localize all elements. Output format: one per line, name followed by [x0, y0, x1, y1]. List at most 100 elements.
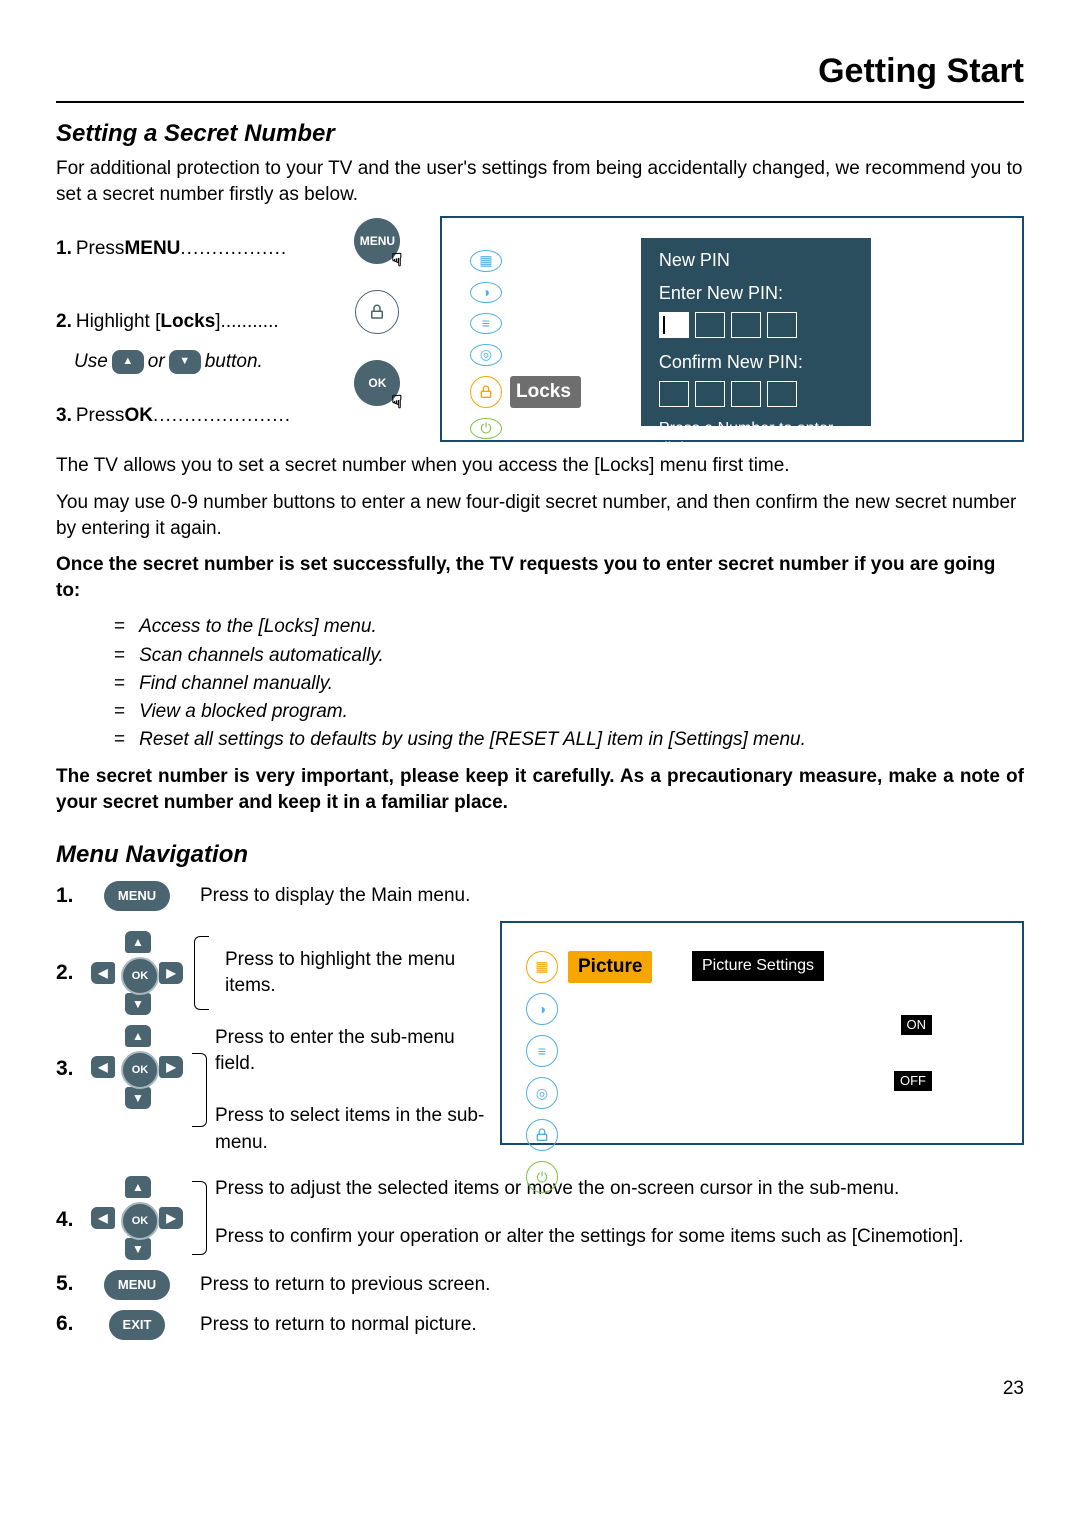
dpad-ok-icon-2: OK — [121, 1051, 159, 1089]
use-word: Use — [74, 349, 108, 375]
nav-5-desc: Press to return to previous screen. — [200, 1272, 1024, 1298]
step-1: 1. Press MENU ................. — [56, 236, 343, 262]
up-button-icon: ▲ — [112, 350, 144, 374]
dpad-left-icon: ◀ — [91, 962, 115, 984]
nav-3-num: 3. — [56, 1055, 82, 1084]
intro-paragraph: For additional protection to your TV and… — [56, 156, 1024, 208]
sound-icon: ◑ — [470, 282, 502, 303]
dpad-right-icon-3: ▶ — [159, 1207, 183, 1229]
nav-1-remote: MENU — [82, 881, 192, 911]
cpin-digit-2 — [695, 381, 725, 407]
section-heading-secret: Setting a Secret Number — [56, 117, 1024, 150]
on-badge: ON — [901, 1015, 933, 1035]
dpad-right-icon: ▶ — [159, 962, 183, 984]
paragraph-important: The secret number is very important, ple… — [56, 764, 1024, 816]
paragraph-enter-confirm: You may use 0-9 number buttons to enter … — [56, 490, 1024, 542]
nav-5-num: 5. — [56, 1270, 82, 1299]
down-button-icon: ▼ — [169, 350, 201, 374]
section-heading-nav: Menu Navigation — [56, 838, 1024, 871]
osd-picture-box: ▦ Picture ◑ ≡ ◎ ⏻ Picture Settings ON OF… — [500, 921, 1024, 1145]
step-1-menu-word: MENU — [124, 236, 180, 262]
step-2-text-c: ]........... — [215, 309, 278, 335]
nav-4-desc-b: Press to confirm your operation or alter… — [215, 1224, 1024, 1250]
picture-menu-icon: ▦ — [526, 951, 558, 983]
lock-circle-icon — [355, 290, 399, 334]
step-2-text-a: Highlight [ — [76, 309, 161, 335]
nav-3-remote: ▲ ▼ ◀ ▶ OK — [82, 1025, 192, 1109]
dpad-icon-3: ▲ ▼ ◀ ▶ OK — [85, 1176, 189, 1260]
brace-icon — [194, 936, 209, 1010]
menu-button-icon-2: MENU — [104, 1270, 170, 1300]
confirm-pin-label: Confirm New PIN: — [659, 350, 853, 375]
settings-menu-icon: ◎ — [526, 1077, 558, 1109]
pin-hint: Press a Number to enter digit — [659, 419, 853, 459]
dpad-ok-icon: OK — [121, 957, 159, 995]
menu-remote-label: MENU — [360, 233, 395, 250]
enter-pin-boxes — [659, 312, 853, 338]
nav-4-remote: ▲ ▼ ◀ ▶ OK — [82, 1176, 192, 1260]
secret-actions-list: Access to the [Locks] menu. Scan channel… — [56, 614, 1024, 753]
steps-layout: 1. Press MENU ................. 2. Highl… — [56, 216, 1024, 443]
settings-icon: ◎ — [470, 344, 502, 365]
nav-4-num: 4. — [56, 1206, 82, 1235]
locks-menu-item: Locks — [510, 376, 581, 408]
nav-steps-234-wrap: 2. ▲ ▼ ◀ ▶ OK Press to highlight the men… — [56, 921, 1024, 1166]
new-pin-panel: New PIN Enter New PIN: Confirm New PIN: … — [641, 238, 871, 426]
step-3-ok-word: OK — [124, 403, 153, 429]
nav-3-desc-col: Press to enter the sub-menu field. Press… — [215, 1025, 500, 1156]
step-2-use-line: Use ▲ or ▼ button. — [74, 349, 343, 375]
dpad-icon: ▲ ▼ ◀ ▶ OK — [85, 931, 189, 1015]
remote-buttons-column: MENU ☟ OK ☟ — [343, 216, 412, 406]
channel-menu-icon: ≡ — [526, 1035, 558, 1067]
nav-5-remote: MENU — [82, 1270, 192, 1300]
list-item-reset: Reset all settings to defaults by using … — [114, 727, 1024, 753]
nav-3-desc-b: Press to select items in the sub-menu. — [215, 1103, 500, 1155]
dpad-right-icon-2: ▶ — [159, 1056, 183, 1078]
menu-remote-button-icon: MENU ☟ — [354, 218, 400, 264]
picture-settings-label: Picture Settings — [692, 951, 824, 981]
step-1-dots: ................. — [180, 236, 287, 262]
lock-icon — [470, 376, 502, 408]
dpad-down-icon-2: ▼ — [125, 1087, 151, 1109]
pin-digit-3 — [731, 312, 761, 338]
nav-2-num: 2. — [56, 959, 82, 988]
power-menu-icon: ⏻ — [526, 1161, 558, 1193]
pin-digit-1 — [659, 312, 689, 338]
dpad-down-icon: ▼ — [125, 993, 151, 1015]
osd-new-pin-box: ▦ ◑ ≡ ◎ Locks ⏻ New PIN Enter New PIN: C… — [440, 216, 1024, 442]
dpad-up-icon-2: ▲ — [125, 1025, 151, 1047]
list-item-scan: Scan channels automatically. — [114, 643, 1024, 669]
cpin-digit-1 — [659, 381, 689, 407]
cpin-digit-4 — [767, 381, 797, 407]
nav-step-6: 6. EXIT Press to return to normal pictur… — [56, 1310, 1024, 1340]
nav-3-desc-a: Press to enter the sub-menu field. — [215, 1025, 500, 1077]
enter-pin-label: Enter New PIN: — [659, 281, 853, 306]
nav-step-2: 2. ▲ ▼ ◀ ▶ OK Press to highlight the men… — [56, 931, 500, 1015]
page-number: 23 — [56, 1376, 1024, 1402]
nav-step-1: 1. MENU Press to display the Main menu. — [56, 881, 1024, 911]
dpad-left-icon-2: ◀ — [91, 1056, 115, 1078]
menu-button-icon: MENU — [104, 881, 170, 911]
ok-remote-label: OK — [368, 375, 386, 392]
nav-2-remote: ▲ ▼ ◀ ▶ OK — [82, 931, 192, 1015]
step-1-press: Press — [76, 236, 125, 262]
list-item-find: Find channel manually. — [114, 671, 1024, 697]
button-word: button. — [205, 349, 263, 375]
nav-step-5: 5. MENU Press to return to previous scre… — [56, 1270, 1024, 1300]
dpad-up-icon: ▲ — [125, 931, 151, 953]
page-header: Getting Start — [56, 48, 1024, 103]
step-3-num: 3. — [56, 403, 72, 429]
step-1-num: 1. — [56, 236, 72, 262]
dpad-icon-2: ▲ ▼ ◀ ▶ OK — [85, 1025, 189, 1109]
osd-locks-row: Locks — [470, 376, 581, 408]
hand-cursor-icon-2: ☟ — [391, 390, 402, 415]
dpad-down-icon-3: ▼ — [125, 1238, 151, 1260]
exit-button-icon: EXIT — [109, 1310, 166, 1340]
pin-digit-4 — [767, 312, 797, 338]
osd-menu-icons: ▦ ◑ ≡ ◎ Locks ⏻ — [470, 250, 581, 426]
hand-cursor-icon: ☟ — [391, 248, 402, 273]
step-3: 3. Press OK ...................... — [56, 403, 343, 429]
list-item-blocked: View a blocked program. — [114, 699, 1024, 725]
dpad-up-icon-3: ▲ — [125, 1176, 151, 1198]
off-badge: OFF — [894, 1071, 932, 1091]
